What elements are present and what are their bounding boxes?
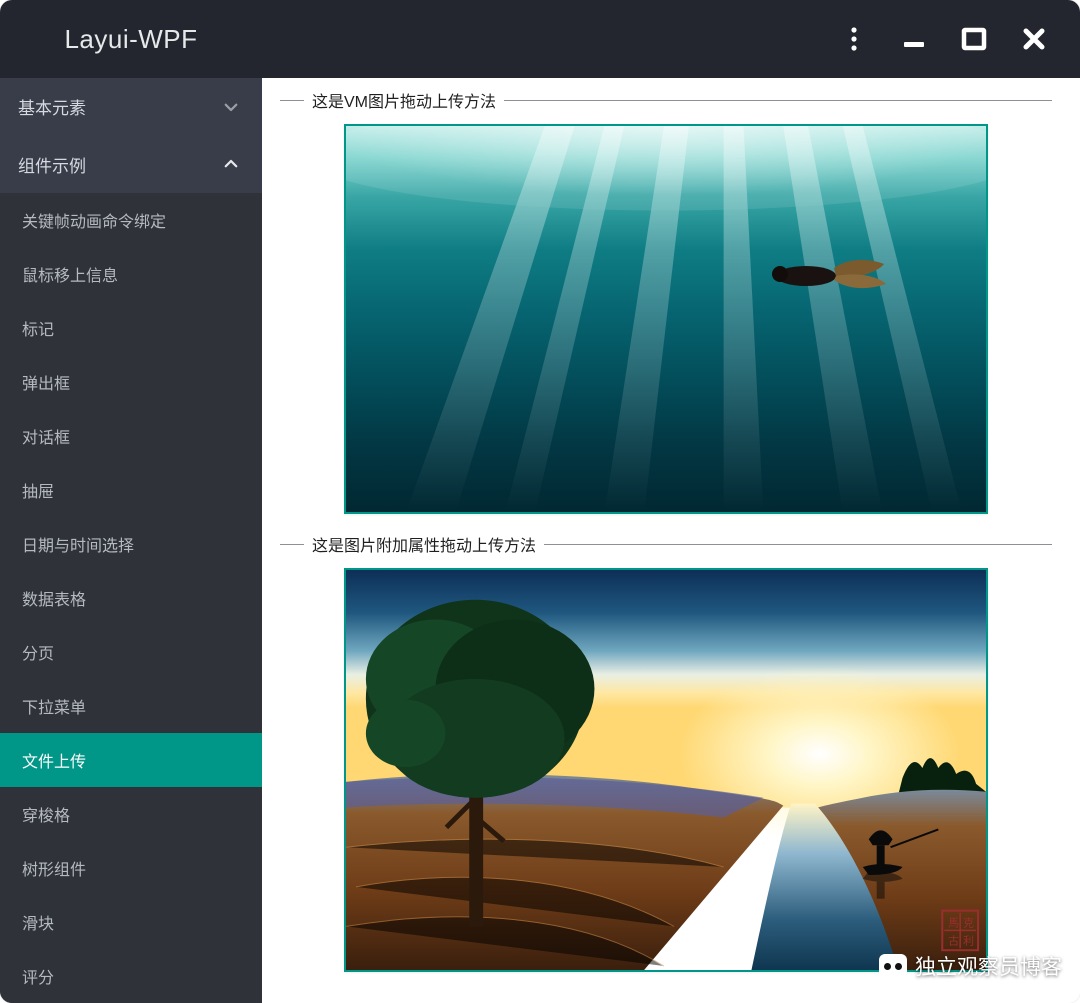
more-vertical-icon bbox=[850, 26, 858, 52]
sidebar-item-label: 关键帧动画命令绑定 bbox=[22, 208, 166, 232]
sidebar-item-rate[interactable]: 评分 bbox=[0, 949, 262, 1003]
divider-line bbox=[544, 544, 1052, 545]
sidebar-item-label: 穿梭格 bbox=[22, 802, 70, 826]
sidebar-item-hoverinfo[interactable]: 鼠标移上信息 bbox=[0, 247, 262, 301]
chevron-down-icon bbox=[222, 98, 240, 116]
sidebar-group-label: 基本元素 bbox=[18, 94, 86, 119]
maximize-button[interactable] bbox=[944, 0, 1004, 78]
svg-text:古: 古 bbox=[948, 934, 959, 947]
more-button[interactable] bbox=[824, 0, 884, 78]
close-button[interactable] bbox=[1004, 0, 1064, 78]
groupbox-title: 这是图片附加属性拖动上传方法 bbox=[304, 532, 544, 556]
sidebar-item-label: 分页 bbox=[22, 640, 54, 664]
sidebar-item-tree[interactable]: 树形组件 bbox=[0, 841, 262, 895]
sidebar-submenu: 关键帧动画命令绑定 鼠标移上信息 标记 弹出框 对话框 抽屉 日期与时间选择 数… bbox=[0, 193, 262, 1003]
sidebar-item-pagination[interactable]: 分页 bbox=[0, 625, 262, 679]
sidebar-item-label: 文件上传 bbox=[22, 748, 86, 772]
upload-image-dropzone[interactable] bbox=[344, 124, 988, 514]
sidebar-item-table[interactable]: 数据表格 bbox=[0, 571, 262, 625]
sidebar-item-label: 数据表格 bbox=[22, 586, 86, 610]
sidebar-item-dropdown[interactable]: 下拉菜单 bbox=[0, 679, 262, 733]
minimize-icon bbox=[901, 26, 927, 52]
sidebar-item-slider[interactable]: 滑块 bbox=[0, 895, 262, 949]
sidebar-item-badge[interactable]: 标记 bbox=[0, 301, 262, 355]
divider-line bbox=[280, 100, 304, 101]
groupbox-attached-upload: 这是图片附加属性拖动上传方法 bbox=[280, 534, 1052, 972]
diver-icon bbox=[756, 246, 896, 296]
svg-text:馬: 馬 bbox=[948, 916, 959, 929]
sidebar-item-label: 鼠标移上信息 bbox=[22, 262, 118, 286]
sidebar-item-label: 对话框 bbox=[22, 424, 70, 448]
minimize-button[interactable] bbox=[884, 0, 944, 78]
sidebar-item-transfer[interactable]: 穿梭格 bbox=[0, 787, 262, 841]
maximize-icon bbox=[961, 26, 987, 52]
sidebar-item-label: 抽屉 bbox=[22, 478, 54, 502]
sidebar-item-label: 标记 bbox=[22, 316, 54, 340]
sidebar-item-dialog[interactable]: 对话框 bbox=[0, 409, 262, 463]
groupbox-title: 这是VM图片拖动上传方法 bbox=[304, 88, 504, 112]
sidebar-item-label: 滑块 bbox=[22, 910, 54, 934]
groupbox-header: 这是VM图片拖动上传方法 bbox=[280, 90, 1052, 110]
groupbox-body bbox=[280, 110, 1052, 514]
sidebar-item-label: 弹出框 bbox=[22, 370, 70, 394]
sidebar-item-upload[interactable]: 文件上传 bbox=[0, 733, 262, 787]
sidebar-item-drawer[interactable]: 抽屉 bbox=[0, 463, 262, 517]
landscape-illustration: 馬 克 古 利 bbox=[346, 570, 986, 970]
uploaded-image bbox=[346, 126, 986, 512]
divider-line bbox=[280, 544, 304, 545]
sidebar-group-components[interactable]: 组件示例 bbox=[0, 136, 262, 194]
app-title: Layui-WPF bbox=[0, 24, 262, 55]
sidebar-item-label: 日期与时间选择 bbox=[22, 532, 134, 556]
sidebar-item-keyframe[interactable]: 关键帧动画命令绑定 bbox=[0, 193, 262, 247]
groupbox-header: 这是图片附加属性拖动上传方法 bbox=[280, 534, 1052, 554]
groupbox-vm-upload: 这是VM图片拖动上传方法 bbox=[280, 90, 1052, 514]
svg-text:利: 利 bbox=[963, 934, 974, 947]
divider-line bbox=[504, 100, 1052, 101]
sidebar-item-popup[interactable]: 弹出框 bbox=[0, 355, 262, 409]
chevron-up-icon bbox=[222, 155, 240, 173]
sidebar-group-label: 组件示例 bbox=[18, 152, 86, 177]
sidebar-group-basic[interactable]: 基本元素 bbox=[0, 78, 262, 136]
app-body: 基本元素 组件示例 关键帧动画命令绑定 鼠标移上信息 标记 弹出框 对话框 抽屉… bbox=[0, 78, 1080, 1003]
sunray-decor bbox=[346, 126, 986, 512]
sidebar-item-datetime[interactable]: 日期与时间选择 bbox=[0, 517, 262, 571]
sidebar-item-label: 评分 bbox=[22, 964, 54, 988]
svg-text:克: 克 bbox=[963, 916, 974, 929]
titlebar: Layui-WPF bbox=[0, 0, 1080, 78]
sidebar-item-label: 下拉菜单 bbox=[22, 694, 86, 718]
app-window: Layui-WPF bbox=[0, 0, 1080, 1003]
upload-image-dropzone[interactable]: 馬 克 古 利 bbox=[344, 568, 988, 972]
close-icon bbox=[1022, 27, 1046, 51]
uploaded-image: 馬 克 古 利 bbox=[346, 570, 986, 970]
sidebar: 基本元素 组件示例 关键帧动画命令绑定 鼠标移上信息 标记 弹出框 对话框 抽屉… bbox=[0, 78, 262, 1003]
groupbox-body: 馬 克 古 利 bbox=[280, 554, 1052, 972]
content-area: 这是VM图片拖动上传方法 bbox=[262, 78, 1080, 1003]
sidebar-item-label: 树形组件 bbox=[22, 856, 86, 880]
